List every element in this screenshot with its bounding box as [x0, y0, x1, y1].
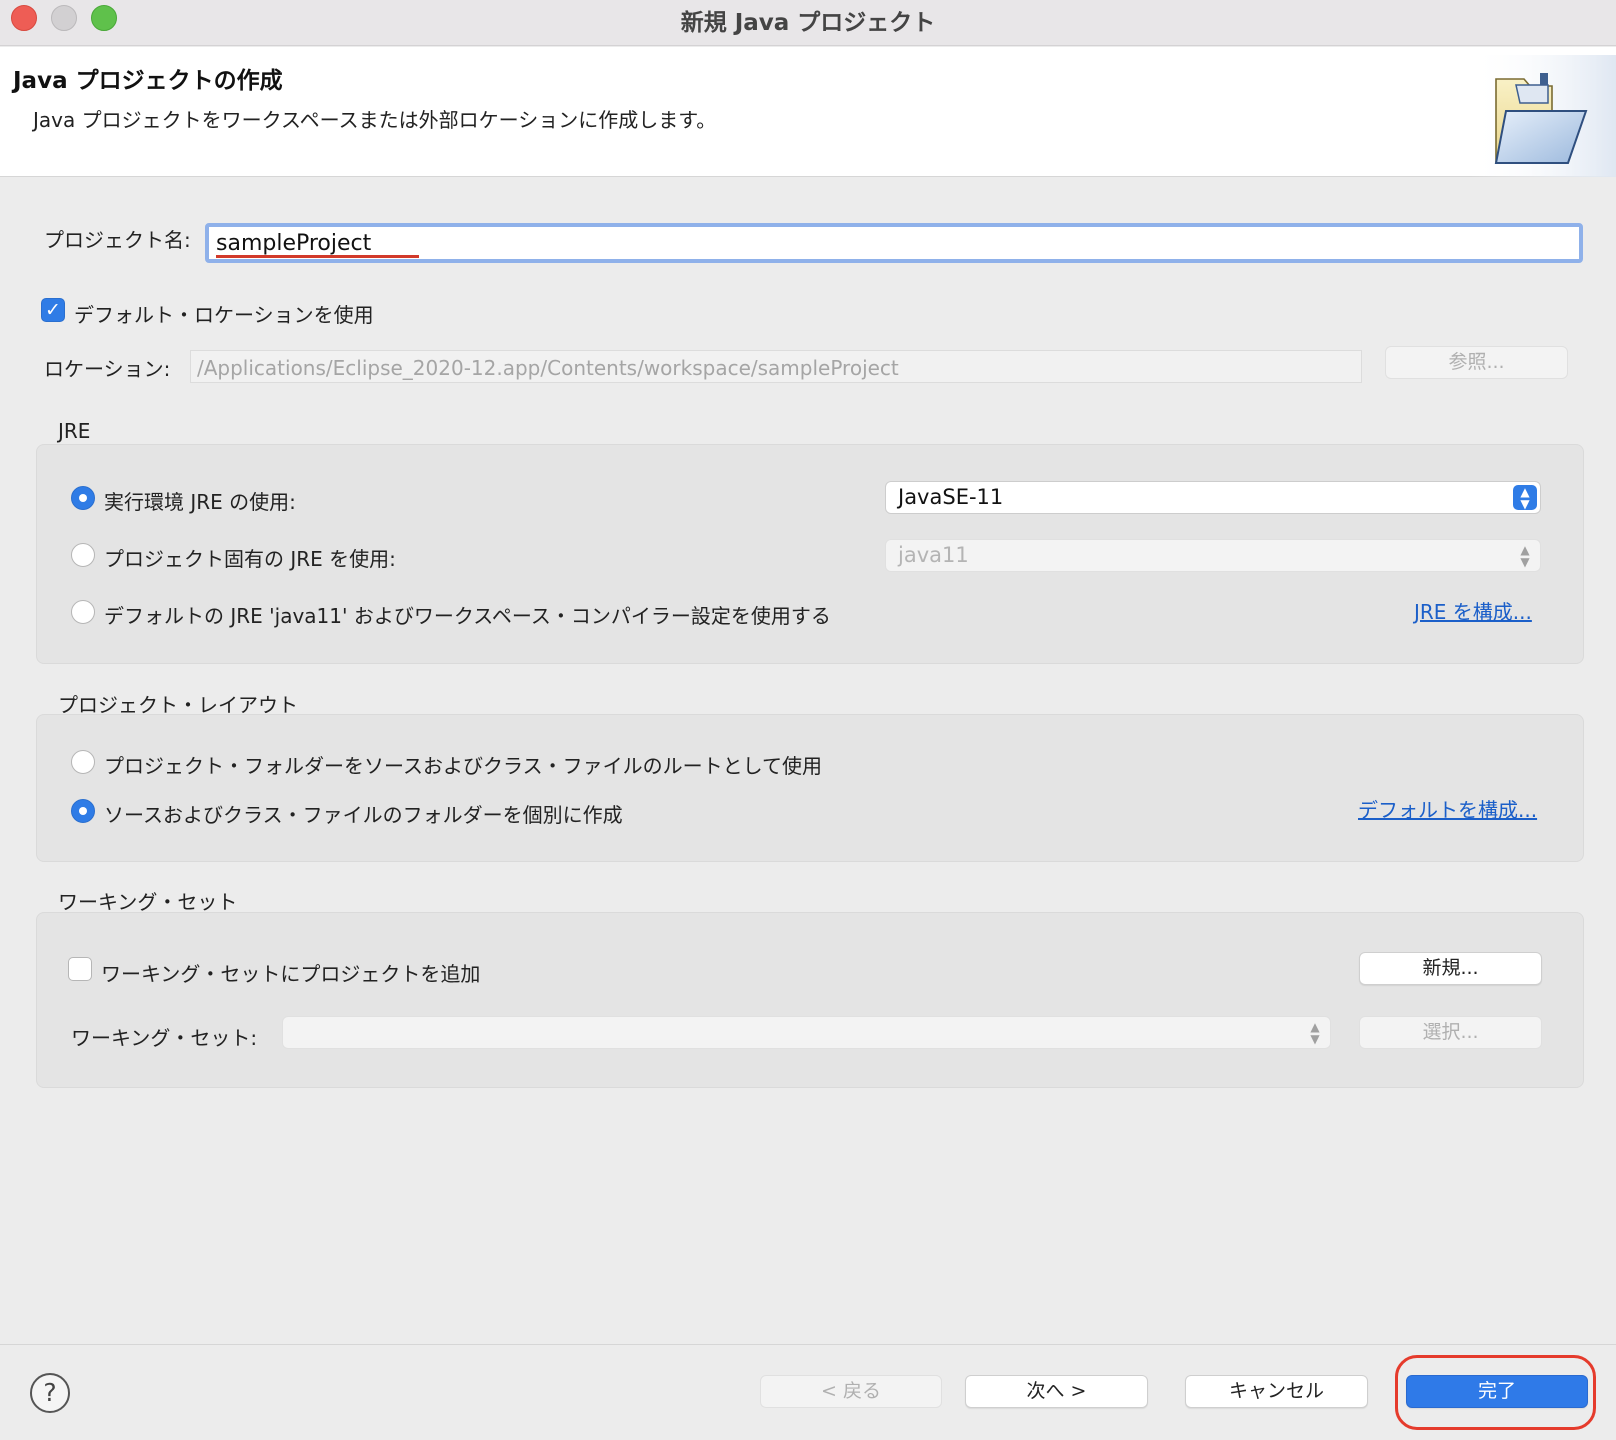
configure-default-link[interactable]: デフォルトを構成... — [1358, 794, 1537, 823]
layout-group — [36, 714, 1584, 862]
execution-env-value: JavaSE-11 — [898, 485, 1004, 509]
help-icon[interactable]: ? — [30, 1373, 70, 1413]
jre-option-execution-env-label: 実行環境 JRE の使用: — [104, 490, 296, 514]
chevron-updown-icon: ▲ ▼ — [1513, 485, 1537, 510]
layout-option-root-label: プロジェクト・フォルダーをソースおよびクラス・ファイルのルートとして使用 — [104, 754, 822, 778]
highlight-underline — [216, 255, 419, 258]
add-to-working-set-label: ワーキング・セットにプロジェクトを追加 — [101, 962, 481, 986]
working-sets-label: ワーキング・セット: — [71, 1026, 258, 1050]
location-label: ロケーション: — [44, 357, 171, 381]
project-name-label: プロジェクト名: — [44, 228, 191, 252]
layout-option-root-radio[interactable] — [71, 750, 95, 774]
new-working-set-button[interactable]: 新規... — [1359, 952, 1542, 985]
configure-jre-link[interactable]: JRE を構成... — [1414, 596, 1532, 625]
cancel-button[interactable]: キャンセル — [1185, 1375, 1368, 1408]
jre-option-default-label: デフォルトの JRE 'java11' およびワークスペース・コンパイラー設定を… — [104, 604, 831, 628]
project-jre-select[interactable]: java11 ▲ ▼ — [885, 539, 1541, 572]
add-to-working-set-checkbox[interactable] — [68, 957, 92, 981]
page-title: Java プロジェクトの作成 — [13, 68, 283, 94]
execution-env-select[interactable]: JavaSE-11 ▲ ▼ — [885, 481, 1541, 514]
title-bar: 新規 Java プロジェクト — [0, 0, 1616, 46]
window-title: 新規 Java プロジェクト — [680, 10, 936, 36]
page-description: Java プロジェクトをワークスペースまたは外部ロケーションに作成します。 — [33, 108, 717, 132]
select-working-set-button[interactable]: 選択... — [1359, 1016, 1542, 1049]
working-sets-select[interactable]: ▲ ▼ — [282, 1016, 1331, 1049]
browse-button[interactable]: 参照... — [1385, 346, 1568, 379]
layout-option-separate-radio[interactable] — [71, 799, 95, 823]
folder-icon — [1470, 55, 1616, 177]
jre-group-label: JRE — [58, 419, 91, 443]
working-set-group-label: ワーキング・セット — [58, 890, 238, 914]
jre-option-execution-env-radio[interactable] — [71, 486, 95, 510]
jre-option-default-radio[interactable] — [71, 600, 95, 624]
use-default-location-checkbox[interactable]: ✓ — [41, 298, 65, 322]
footer-divider — [0, 1344, 1616, 1345]
finish-highlight-ring — [1395, 1355, 1596, 1430]
location-input[interactable]: /Applications/Eclipse_2020-12.app/Conten… — [190, 350, 1362, 383]
chevron-updown-icon: ▲ ▼ — [1310, 1020, 1320, 1046]
wizard-header: Java プロジェクトの作成 Java プロジェクトをワークスペースまたは外部ロ… — [0, 47, 1616, 177]
use-default-location-label: デフォルト・ロケーションを使用 — [74, 303, 374, 327]
layout-option-separate-label: ソースおよびクラス・ファイルのフォルダーを個別に作成 — [104, 803, 623, 827]
jre-option-project-specific-radio[interactable] — [71, 543, 95, 567]
jre-option-project-specific-label: プロジェクト固有の JRE を使用: — [104, 547, 396, 571]
project-jre-value: java11 — [898, 543, 969, 567]
chevron-updown-icon: ▲ ▼ — [1520, 543, 1530, 569]
back-button[interactable]: < 戻る — [760, 1375, 942, 1408]
next-button[interactable]: 次へ > — [965, 1375, 1148, 1408]
working-set-group — [36, 912, 1584, 1088]
